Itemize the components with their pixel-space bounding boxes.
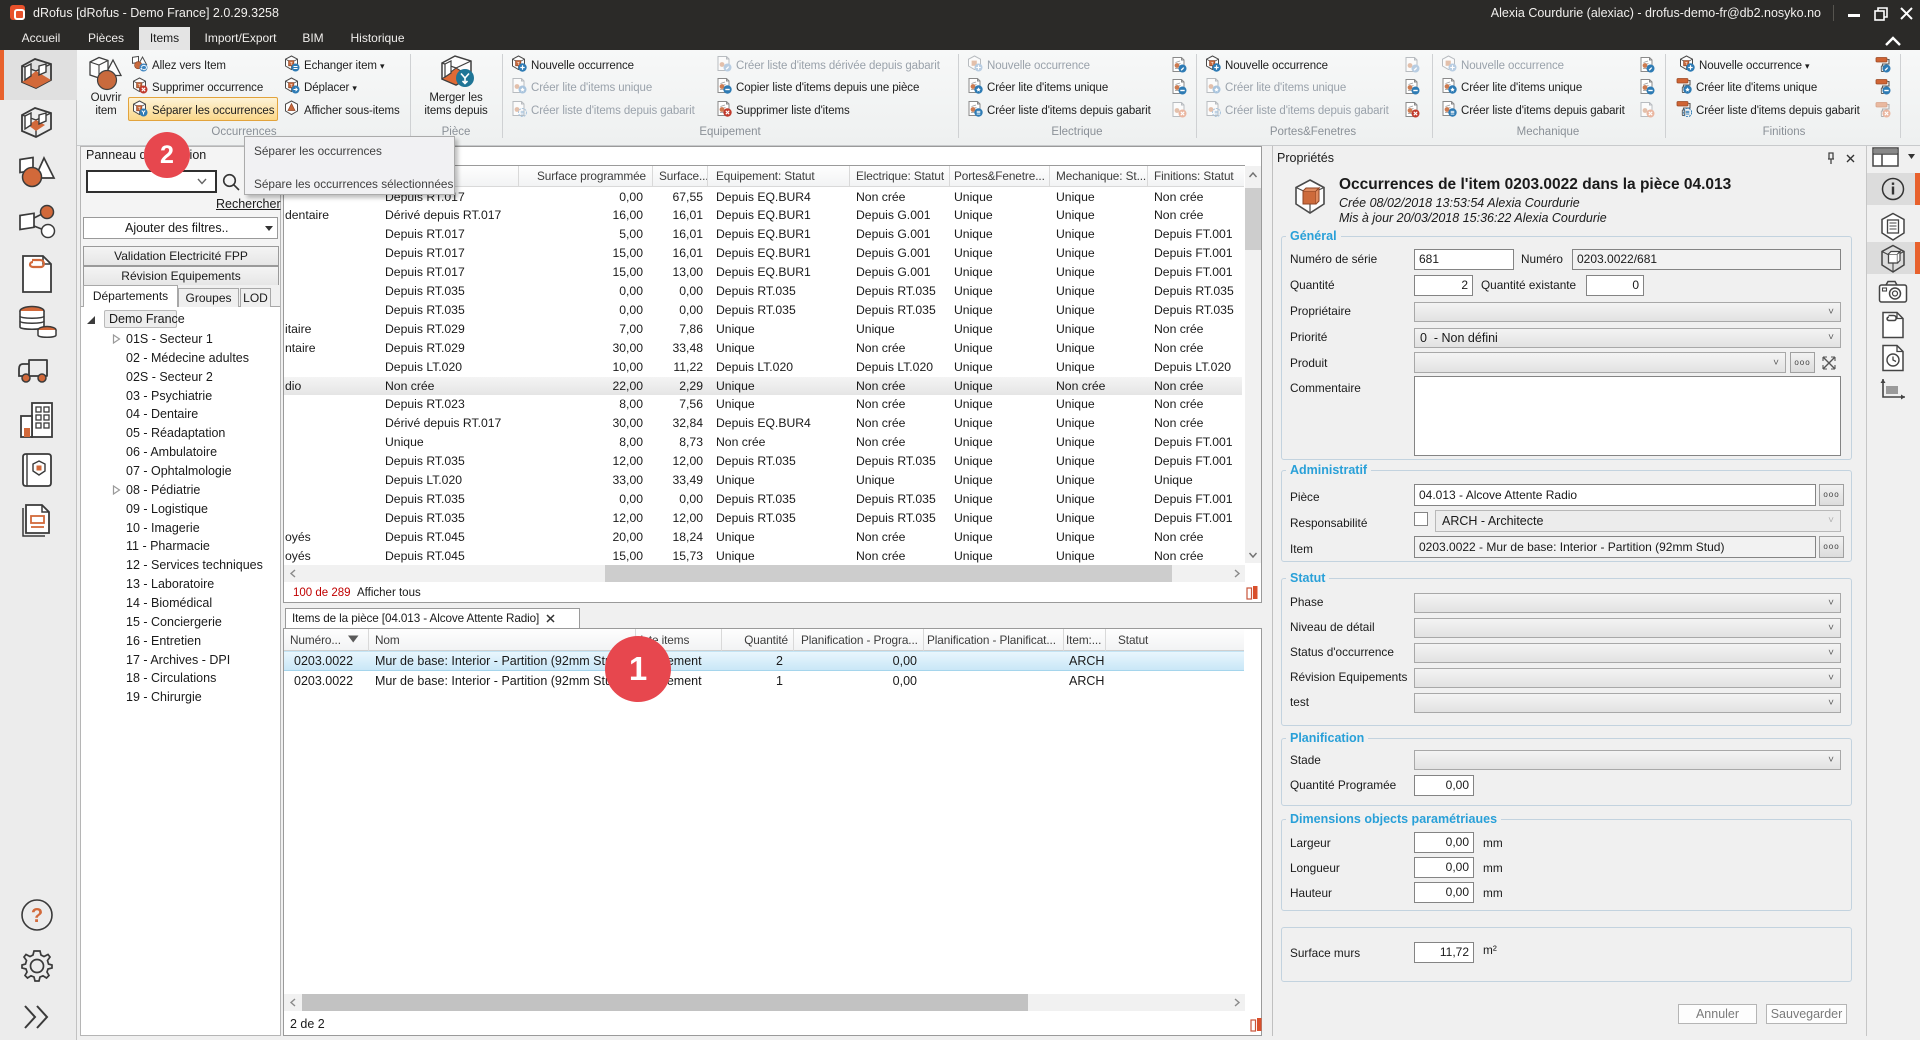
- svg-text:?: ?: [31, 905, 43, 927]
